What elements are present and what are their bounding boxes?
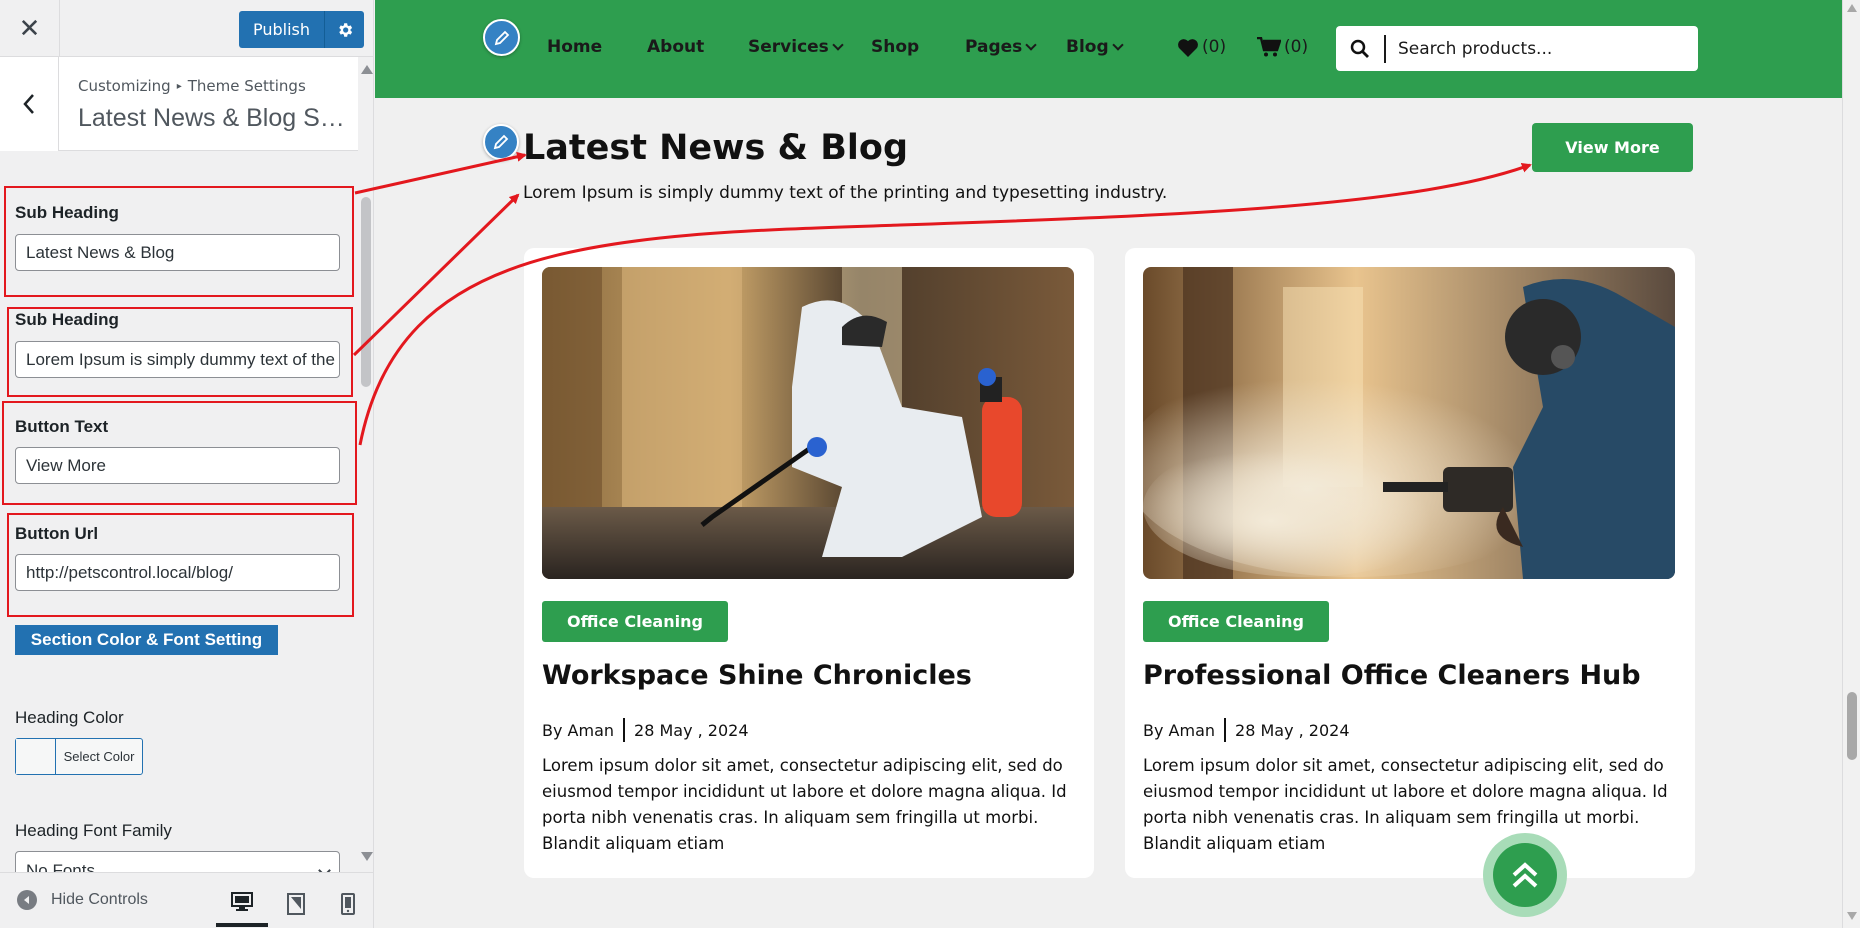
desktop-icon	[231, 892, 253, 911]
post-excerpt: Lorem ipsum dolor sit amet, consectetur …	[542, 756, 1067, 853]
color-swatch[interactable]	[16, 739, 56, 774]
blog-card[interactable]: Office Cleaning Workspace Shine Chronicl…	[524, 248, 1094, 878]
publish-button[interactable]: Publish	[239, 11, 325, 48]
wishlist-link[interactable]: (0)	[1177, 37, 1226, 57]
edit-pencil-icon[interactable]	[483, 19, 520, 56]
nav-pages-label: Pages	[965, 37, 1023, 57]
nav-services[interactable]: Services	[748, 37, 844, 57]
blog-section-heading: Latest News & Blog	[523, 128, 908, 168]
close-icon[interactable]: ✕	[0, 0, 60, 57]
customizer-sidebar: ✕ Publish Customizing ▸ Theme Settings Lat…	[0, 0, 374, 928]
post-image-disinfection[interactable]	[542, 267, 1074, 579]
post-date: 28 May , 2024	[634, 720, 749, 740]
button-text-input[interactable]: View More	[15, 447, 340, 484]
customizer-header: ✕ Publish	[0, 0, 373, 57]
sub-heading-2-label: Sub Heading	[15, 310, 119, 329]
button-url-input[interactable]: http://petscontrol.local/blog/	[15, 554, 340, 591]
post-excerpt: Lorem ipsum dolor sit amet, consectetur …	[1143, 756, 1668, 853]
nav-shop[interactable]: Shop	[871, 37, 919, 57]
cart-link[interactable]: (0)	[1257, 37, 1308, 57]
hide-controls-button[interactable]: Hide Controls	[17, 890, 148, 910]
scroll-down-icon[interactable]	[1847, 912, 1857, 920]
scroll-to-top-button[interactable]	[1483, 833, 1567, 917]
chevron-down-icon	[1025, 38, 1037, 51]
nav-about-label: About	[647, 37, 705, 57]
desktop-preview-button[interactable]	[216, 881, 268, 927]
sub-heading-label: Sub Heading	[15, 203, 119, 222]
tablet-icon	[287, 893, 305, 915]
post-category-tag[interactable]: Office Cleaning	[542, 601, 728, 642]
nav-shop-label: Shop	[871, 37, 920, 57]
wishlist-count: (0)	[1202, 37, 1227, 57]
nav-about[interactable]: About	[647, 37, 704, 57]
site-navbar: Home About Services Shop Pages Blog (0) …	[375, 0, 1842, 98]
nav-blog[interactable]: Blog	[1066, 37, 1124, 57]
mobile-preview-button[interactable]	[322, 881, 373, 927]
post-title[interactable]: Workspace Shine Chronicles	[542, 660, 972, 691]
post-meta: By Aman 28 May , 2024	[1143, 718, 1350, 742]
scroll-up-icon[interactable]	[361, 65, 373, 74]
post-image-fogging[interactable]	[1143, 267, 1675, 579]
search-box[interactable]: Search products...	[1336, 26, 1698, 71]
scroll-to-top-inner[interactable]	[1493, 843, 1557, 907]
back-button[interactable]	[0, 57, 59, 151]
chevron-down-icon	[832, 38, 844, 51]
post-title[interactable]: Professional Office Cleaners Hub	[1143, 660, 1641, 691]
double-chevron-up-icon	[1512, 862, 1538, 888]
publish-group: Publish	[239, 11, 365, 48]
sidebar-scrollbar[interactable]	[358, 57, 373, 868]
section-title: Latest News & Blog Section	[78, 104, 353, 132]
meta-divider	[1224, 718, 1227, 742]
blog-section-subheading: Lorem Ipsum is simply dummy text of the …	[523, 183, 1168, 203]
view-more-button[interactable]: View More	[1532, 123, 1693, 172]
nav-home-label: Home	[547, 37, 603, 57]
breadcrumb-root: Customizing	[78, 77, 171, 95]
button-text-label: Button Text	[15, 417, 109, 436]
post-category-tag[interactable]: Office Cleaning	[1143, 601, 1329, 642]
heading-color-label: Heading Color	[15, 708, 124, 727]
nav-services-label: Services	[748, 37, 829, 57]
chevron-left-icon	[23, 94, 34, 114]
chevron-down-icon	[1111, 38, 1124, 51]
mobile-icon	[341, 893, 355, 915]
cart-count: (0)	[1284, 37, 1309, 57]
post-author: By Aman	[542, 720, 615, 740]
button-url-label: Button Url	[15, 524, 99, 543]
post-meta: By Aman 28 May , 2024	[542, 718, 749, 742]
heading-font-label: Heading Font Family	[15, 821, 172, 840]
post-date: 28 May , 2024	[1235, 720, 1350, 740]
hide-controls-label: Hide Controls	[51, 891, 148, 908]
tablet-preview-button[interactable]	[270, 881, 322, 927]
section-color-font-button[interactable]: Section Color & Font Setting	[15, 625, 278, 655]
site-preview: Home About Services Shop Pages Blog (0) …	[375, 0, 1842, 928]
gear-icon[interactable]	[324, 11, 365, 48]
heading-color-picker[interactable]: Select Color	[15, 738, 143, 775]
nav-blog-label: Blog	[1066, 37, 1109, 57]
sub-heading-2-input[interactable]: Lorem Ipsum is simply dummy text of the …	[15, 341, 340, 378]
breadcrumb-separator: ▸	[176, 81, 182, 92]
search-input[interactable]: Search products...	[1386, 39, 1552, 59]
nav-home[interactable]: Home	[547, 37, 602, 57]
page-scrollbar[interactable]	[1842, 0, 1860, 928]
post-author: By Aman	[1143, 720, 1216, 740]
meta-divider	[623, 718, 626, 742]
search-icon[interactable]	[1336, 34, 1386, 63]
collapse-icon	[17, 890, 37, 910]
breadcrumb-parent: Theme Settings	[187, 77, 306, 95]
breadcrumb: Customizing ▸ Theme Settings	[78, 77, 306, 95]
edit-section-pencil-icon[interactable]	[483, 124, 519, 160]
heart-icon	[1178, 38, 1198, 57]
nav-pages[interactable]: Pages	[965, 37, 1037, 57]
cart-icon	[1257, 37, 1281, 57]
page-scrollbar-thumb[interactable]	[1847, 692, 1857, 760]
blog-card[interactable]: Office Cleaning Professional Office Clea…	[1125, 248, 1695, 878]
scrollbar-thumb[interactable]	[361, 197, 371, 387]
customizer-footer: Hide Controls	[0, 872, 373, 928]
scroll-down-icon[interactable]	[361, 852, 373, 861]
scroll-up-icon[interactable]	[1847, 4, 1857, 12]
sub-heading-input[interactable]: Latest News & Blog	[15, 234, 340, 271]
section-header: Customizing ▸ Theme Settings Latest News &…	[0, 57, 358, 151]
select-color-label[interactable]: Select Color	[56, 739, 142, 774]
